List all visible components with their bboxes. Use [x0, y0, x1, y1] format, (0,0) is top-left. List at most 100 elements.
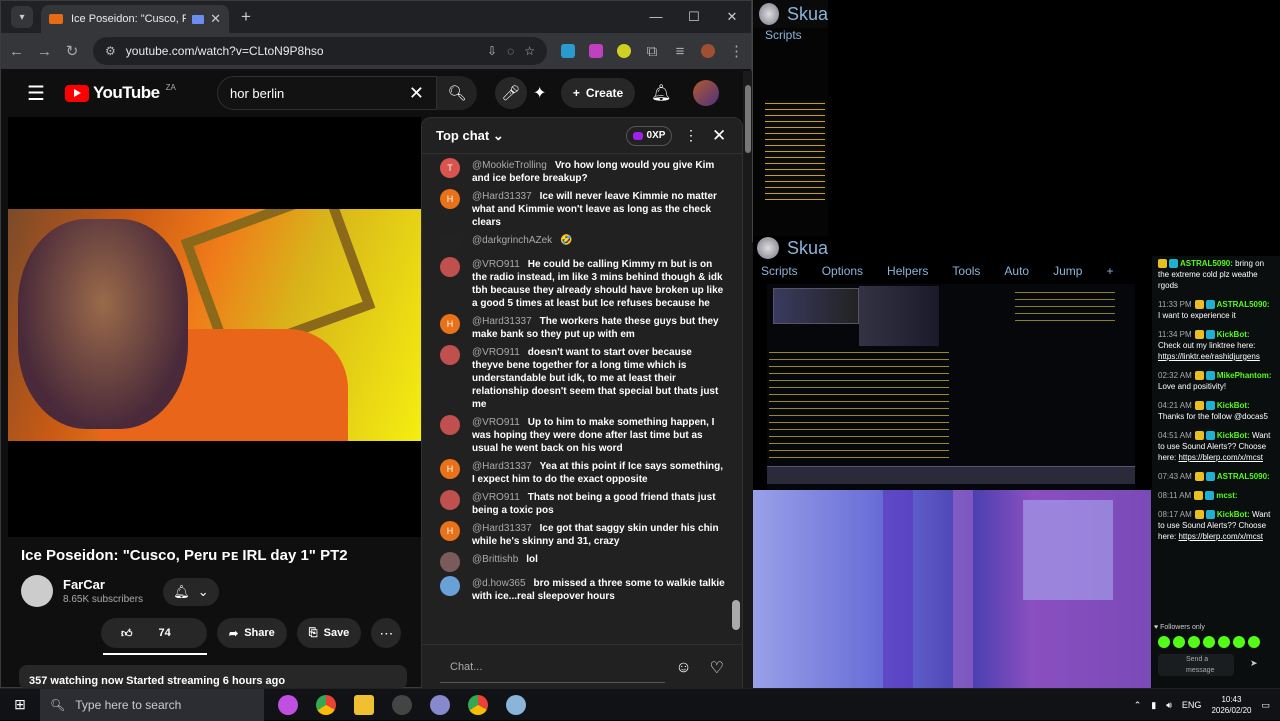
forward-icon[interactable]: →: [37, 43, 52, 60]
chat-username[interactable]: @Hard31337: [472, 461, 532, 472]
back-icon[interactable]: ←: [9, 43, 24, 60]
kick-username[interactable]: KickBot:: [1217, 330, 1250, 339]
menu-helpers[interactable]: Helpers: [887, 264, 928, 278]
user-avatar[interactable]: T: [440, 158, 460, 178]
game-view[interactable]: [767, 284, 1135, 490]
clear-search-icon[interactable]: ✕: [409, 83, 424, 104]
close-window-button[interactable]: ✕: [713, 1, 751, 33]
menu-tools[interactable]: Tools: [952, 264, 980, 278]
kick-username[interactable]: ASTRAL5090:: [1180, 259, 1233, 268]
clock[interactable]: 10:43 2026/02/20: [1211, 694, 1251, 716]
browser-tab[interactable]: Ice Poseidon: "Cusco, Peru ✕: [41, 5, 229, 33]
account-avatar[interactable]: [693, 80, 719, 106]
emote-icon[interactable]: [1218, 636, 1230, 648]
more-actions-button[interactable]: ⋯: [371, 618, 402, 648]
chat-username[interactable]: @Hard31337: [472, 316, 532, 327]
video-player[interactable]: [8, 117, 421, 537]
chat-username[interactable]: @VRO911: [472, 259, 520, 270]
omnibox[interactable]: ⚙ youtube.com/watch?v=CLtoN9P8hso ⇩ ◌ ☆: [93, 37, 547, 65]
user-avatar[interactable]: H: [440, 521, 460, 541]
menu-options[interactable]: Options: [822, 264, 863, 278]
kick-username[interactable]: KickBot:: [1217, 431, 1250, 440]
user-avatar[interactable]: [440, 552, 460, 572]
menu-auto[interactable]: Auto: [1004, 264, 1029, 278]
media-icon[interactable]: ≡: [673, 43, 687, 60]
xp-badge[interactable]: 0XP: [626, 125, 672, 146]
channel-name[interactable]: FarCar: [63, 577, 143, 592]
language-indicator[interactable]: ENG: [1182, 700, 1202, 710]
youtube-logo[interactable]: YouTube ZA: [64, 83, 176, 103]
user-avatar[interactable]: [440, 345, 460, 365]
maximize-button[interactable]: ☐: [675, 1, 713, 33]
search-button[interactable]: 🔍︎: [437, 76, 477, 110]
close-chat-icon[interactable]: ✕: [712, 126, 726, 146]
user-avatar[interactable]: H: [440, 459, 460, 479]
user-avatar[interactable]: [440, 257, 460, 277]
chat-username[interactable]: @MookieTrolling: [472, 160, 547, 171]
voice-search-button[interactable]: 🎤︎: [495, 77, 527, 109]
kick-message-input[interactable]: Send a message: [1158, 654, 1234, 676]
channel-avatar[interactable]: [21, 575, 53, 607]
chat-username[interactable]: @VRO911: [472, 417, 520, 428]
chat-input[interactable]: Chat...: [440, 653, 666, 683]
video-frame[interactable]: [8, 209, 421, 441]
extension-icon[interactable]: [589, 44, 603, 58]
notification-icon[interactable]: ▭: [1261, 700, 1270, 711]
tray-chevron-icon[interactable]: ⌃: [1134, 700, 1142, 711]
minimize-button[interactable]: —: [637, 1, 675, 33]
emote-icon[interactable]: [1233, 636, 1245, 648]
kick-username[interactable]: mcst:: [1216, 491, 1237, 500]
emote-icon[interactable]: [1248, 636, 1260, 648]
chat-username[interactable]: @Brittishb: [472, 554, 518, 565]
kick-username[interactable]: ASTRAL5090:: [1217, 300, 1270, 309]
emote-icon[interactable]: [1173, 636, 1185, 648]
save-button[interactable]: ⎘ Save: [296, 618, 362, 648]
chat-username[interactable]: @VRO911: [472, 492, 520, 503]
description-box[interactable]: 357 watching now Started streaming 6 hou…: [19, 665, 407, 689]
user-avatar[interactable]: [440, 415, 460, 435]
user-avatar[interactable]: [440, 233, 460, 253]
network-icon[interactable]: ▮: [1151, 700, 1156, 711]
extension-icon[interactable]: [617, 44, 631, 58]
chrome-icon[interactable]: [316, 694, 336, 715]
emote-icon[interactable]: [1158, 636, 1170, 648]
install-icon[interactable]: ⇩: [487, 44, 497, 58]
reload-icon[interactable]: ↻: [65, 42, 79, 60]
kick-username[interactable]: MikePhantom:: [1217, 371, 1272, 380]
emote-icon[interactable]: [1188, 636, 1200, 648]
hamburger-menu-icon[interactable]: ☰: [27, 81, 45, 106]
menu-scripts[interactable]: Scripts: [761, 264, 798, 278]
chat-username[interactable]: @Hard31337: [472, 523, 532, 534]
eye-off-icon[interactable]: ◌: [507, 44, 514, 58]
heart-icon[interactable]: ♡: [710, 658, 724, 678]
windows-start-icon[interactable]: ⊞: [0, 696, 40, 713]
close-tab-icon[interactable]: ✕: [210, 11, 221, 27]
notifications-bell-icon[interactable]: 🔔︎: [651, 83, 671, 103]
kick-username[interactable]: ASTRAL5090:: [1217, 472, 1270, 481]
tab-search-button[interactable]: ▾: [11, 6, 33, 28]
user-avatar[interactable]: H: [440, 314, 460, 334]
scripts-tab[interactable]: Scripts: [753, 28, 828, 42]
skua-icon[interactable]: [506, 694, 526, 715]
top-chat-dropdown[interactable]: Top chat ⌄: [436, 128, 504, 144]
chat-username[interactable]: @d.how365: [472, 578, 526, 589]
menu-jump[interactable]: Jump: [1053, 264, 1082, 278]
like-button[interactable]: 👍︎ 74: [101, 618, 191, 648]
send-icon[interactable]: ➤: [1250, 658, 1258, 669]
dislike-button[interactable]: 👎︎2: [203, 618, 207, 648]
taskbar-search[interactable]: 🔍︎ Type here to search: [40, 688, 264, 721]
kick-link[interactable]: https://blerp.com/x/mcst: [1178, 532, 1262, 541]
chat-username[interactable]: @Hard31337: [472, 191, 532, 202]
subscription-bell-button[interactable]: 🔔︎ ⌄: [163, 578, 219, 606]
sparkle-icon[interactable]: ✦: [533, 83, 546, 103]
copilot-icon[interactable]: [278, 694, 298, 715]
chat-scrollbar[interactable]: [732, 160, 740, 636]
user-avatar[interactable]: [440, 576, 460, 596]
menu-add[interactable]: +: [1106, 264, 1113, 278]
obs-icon[interactable]: [392, 694, 412, 715]
user-avatar[interactable]: [440, 490, 460, 510]
emote-icon[interactable]: [1203, 636, 1215, 648]
emoji-icon[interactable]: ☺: [675, 659, 691, 677]
chat-username[interactable]: @darkgrinchAZek: [472, 235, 552, 246]
profile-avatar-icon[interactable]: [701, 44, 715, 58]
